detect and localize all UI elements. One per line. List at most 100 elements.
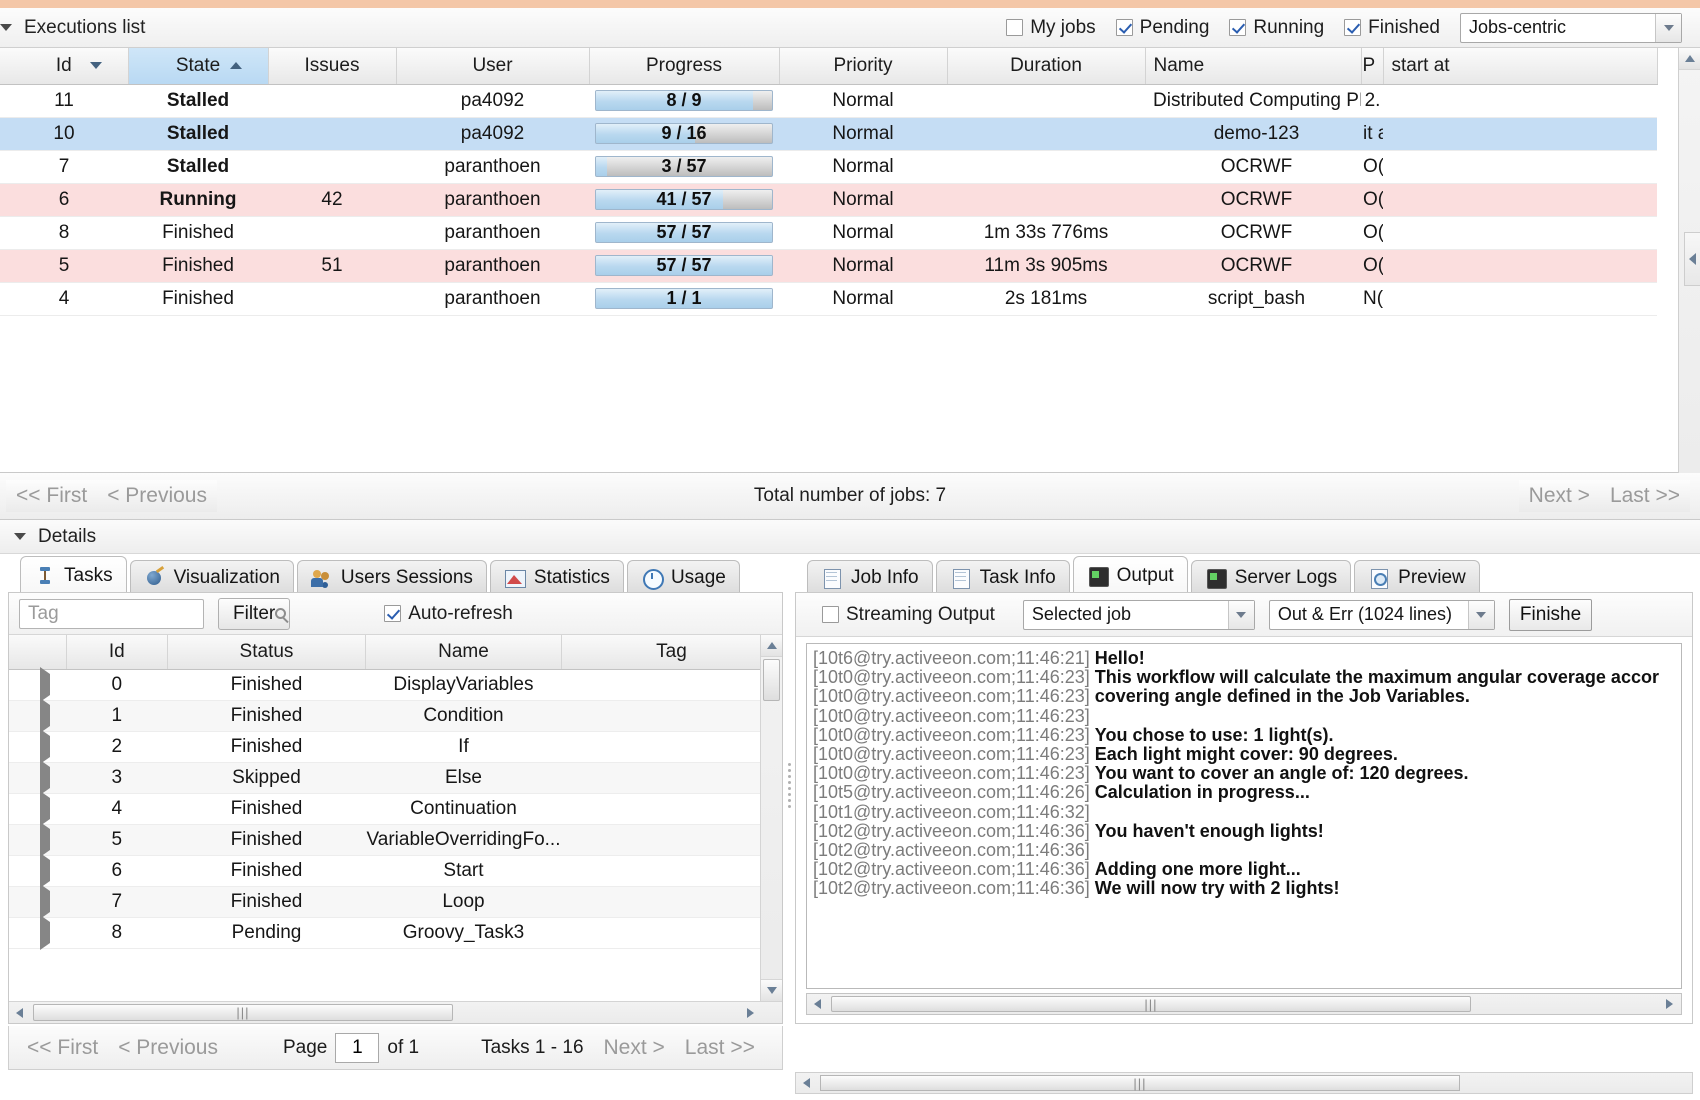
expand-arrow-icon[interactable] [39,914,50,950]
right-panel-collapse-handle[interactable] [1684,232,1700,286]
tab-tasks[interactable]: Tasks [20,556,127,594]
tasks-first-button[interactable]: << First [17,1032,108,1064]
col-task-tag[interactable]: Tag [561,635,782,670]
jobs-table-row[interactable]: 11 Stalled pa4092 8 / 9 Normal Distributed Co… [0,84,1657,118]
output-log-box[interactable]: [10t6@try.activeeon.com;11:46:21] Hello!… [806,643,1682,989]
cell-expand[interactable] [9,821,67,857]
col-task-name[interactable]: Name [365,635,562,670]
tasks-table-row[interactable]: 1 Finished Condition [9,697,782,733]
tasks-scroll-down-icon[interactable] [761,979,782,1001]
tasks-horizontal-scrollbar[interactable]: ||| [9,1001,782,1023]
expand-arrow-icon[interactable] [39,790,50,826]
col-p[interactable]: P [1361,48,1384,85]
tasks-table-row[interactable]: 5 Finished VariableOverridingFo... [9,821,782,857]
jobs-table-row[interactable]: 8 Finished paranthoen 57 / 57 Normal 1m 33s 7… [0,216,1657,250]
expand-arrow-icon[interactable] [39,759,50,795]
cell-expand[interactable] [9,914,67,950]
tab-visualization[interactable]: Visualization [129,560,294,594]
chevron-down-icon[interactable] [1655,13,1681,42]
streaming-output-toggle[interactable]: Streaming Output [822,604,995,626]
tasks-table-row[interactable]: 0 Finished DisplayVariables [9,666,782,702]
streaming-output-checkbox[interactable] [822,606,839,623]
cell-expand[interactable] [9,883,67,919]
col-user[interactable]: User [396,48,590,85]
expand-arrow-icon[interactable] [39,697,50,733]
tab-usage[interactable]: Usage [626,560,740,594]
tasks-table-row[interactable]: 4 Finished Continuation [9,790,782,826]
page-number-input[interactable]: 1 [335,1032,380,1063]
col-start-at[interactable]: start at [1383,48,1658,85]
tasks-scroll-thumb[interactable] [763,659,780,701]
collapse-caret-icon[interactable] [0,24,12,31]
scope-chevron-down-icon[interactable] [1227,600,1254,629]
finished-checkbox[interactable] [1344,19,1362,36]
tasks-hscroll-thumb[interactable]: ||| [33,1004,453,1021]
lines-chevron-down-icon[interactable] [1467,600,1494,629]
filter-finished[interactable]: Finished [1344,17,1440,39]
cell-expand[interactable] [9,790,67,826]
cell-expand[interactable] [9,697,67,733]
my-jobs-checkbox[interactable] [1006,19,1024,36]
tab-output[interactable]: Output [1072,556,1188,594]
tasks-table-row[interactable]: 7 Finished Loop [9,883,782,919]
filter-my-jobs[interactable]: My jobs [1006,17,1096,39]
cell-expand[interactable] [9,852,67,888]
col-progress[interactable]: Progress [589,48,780,85]
col-priority[interactable]: Priority [779,48,948,85]
view-mode-select[interactable]: Jobs-centric [1460,12,1682,43]
scope-select[interactable]: Selected job [1022,599,1255,630]
tab-task-info[interactable]: Task Info [935,560,1070,594]
cell-expand[interactable] [9,759,67,795]
col-task-status[interactable]: Status [167,635,367,670]
details-collapse-caret-icon[interactable] [14,533,26,540]
pending-checkbox[interactable] [1115,19,1133,36]
col-id[interactable]: Id [0,48,129,85]
tasks-last-button[interactable]: Last >> [675,1032,765,1064]
output-horizontal-scrollbar[interactable]: ||| [806,993,1682,1015]
tasks-scroll-up-icon[interactable] [761,635,782,657]
page-hscroll-thumb[interactable]: ||| [820,1075,1460,1091]
expand-arrow-icon[interactable] [39,666,50,702]
tab-server-logs[interactable]: Server Logs [1190,560,1352,594]
tasks-table-row[interactable]: 3 Skipped Else [9,759,782,795]
col-task-id[interactable]: Id [66,635,168,670]
filter-pending[interactable]: Pending [1115,17,1209,39]
tasks-previous-button[interactable]: < Previous [108,1032,228,1064]
tasks-table-row[interactable]: 8 Pending Groovy_Task3 [9,914,782,950]
page-horizontal-scrollbar[interactable]: ||| [795,1072,1693,1094]
expand-arrow-icon[interactable] [39,821,50,857]
expand-arrow-icon[interactable] [39,728,50,764]
pane-splitter[interactable] [785,740,793,830]
tasks-table-row[interactable]: 2 Finished If [9,728,782,764]
tag-search-field[interactable] [19,598,286,629]
filter-running[interactable]: Running [1229,17,1324,39]
output-hscroll-thumb[interactable]: ||| [831,996,1471,1012]
auto-refresh-toggle[interactable]: Auto-refresh [384,603,513,625]
jobs-table-row[interactable]: 5 Finished 51 paranthoen 57 / 57 Normal 11m 3s… [0,249,1657,283]
scroll-up-icon[interactable] [1679,48,1700,70]
expand-arrow-icon[interactable] [39,852,50,888]
jobs-table-row[interactable]: 4 Finished paranthoen 1 / 1 Normal 2s 181ms sc… [0,282,1657,316]
lines-select[interactable]: Out & Err (1024 lines) [1268,599,1495,630]
jobs-table-row[interactable]: 6 Running 42 paranthoen 41 / 57 Normal OCRWF O( [0,183,1657,217]
col-state[interactable]: State [128,48,269,85]
finished-output-button[interactable]: Finishe [1508,598,1593,631]
col-issues[interactable]: Issues [268,48,397,85]
tasks-hscroll-left-icon[interactable] [9,1003,29,1023]
tasks-next-button[interactable]: Next > [594,1032,675,1064]
tab-users-sessions[interactable]: Users Sessions [296,560,487,594]
tasks-hscroll-right-icon[interactable] [740,1003,760,1023]
output-hscroll-right-icon[interactable] [1659,994,1679,1014]
auto-refresh-checkbox[interactable] [384,605,402,622]
page-hscroll-left-icon[interactable] [796,1073,816,1093]
jobs-table-row[interactable]: 10Stalled pa4092 9 / 16 Normal demo-123it a [0,117,1657,151]
tasks-table-row[interactable]: 6 Finished Start [9,852,782,888]
expand-arrow-icon[interactable] [39,883,50,919]
col-duration[interactable]: Duration [947,48,1146,85]
running-checkbox[interactable] [1229,19,1247,36]
jobs-table-row[interactable]: 7 Stalled paranthoen 3 / 57 Normal OCRWF O( [0,150,1657,184]
tasks-vertical-scrollbar[interactable] [760,635,782,1001]
cell-expand[interactable] [9,666,67,702]
cell-expand[interactable] [9,728,67,764]
col-name[interactable]: Name [1145,48,1362,85]
